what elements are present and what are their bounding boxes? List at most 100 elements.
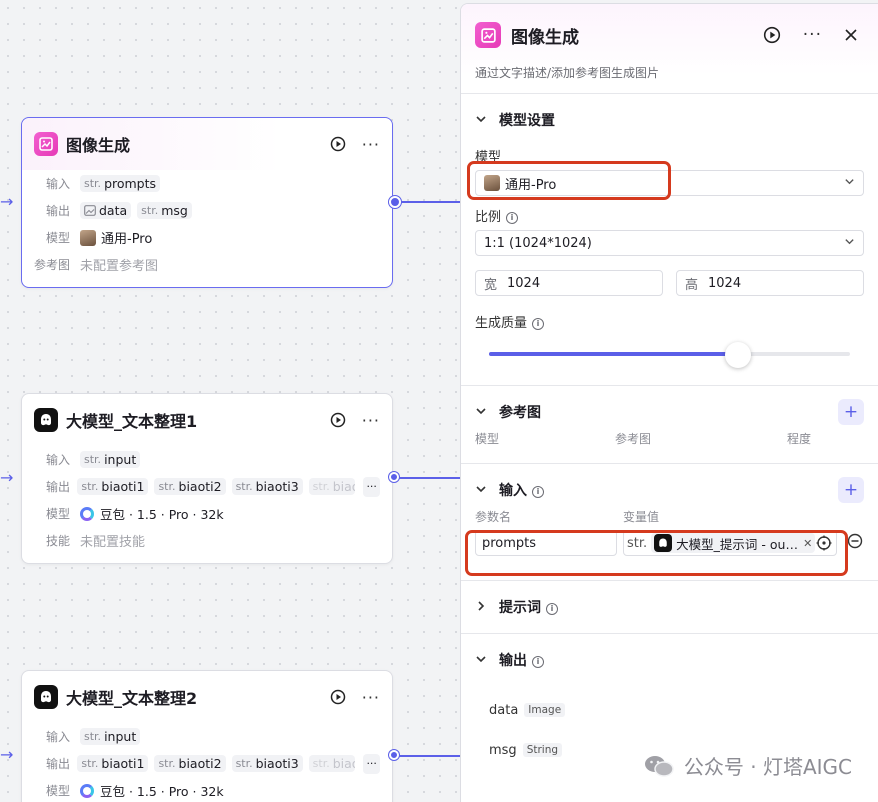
chevron-down-icon bbox=[844, 176, 855, 190]
slider-thumb[interactable] bbox=[725, 342, 752, 368]
section-input: 输入 i + 参数名 变量值 prompts str. 大模型_提示词 - out… bbox=[461, 464, 878, 581]
incoming-edge-arrow: → bbox=[0, 468, 14, 487]
incoming-edge-arrow: → bbox=[0, 192, 14, 211]
chevron-down-icon bbox=[844, 236, 855, 250]
close-icon[interactable] bbox=[844, 28, 858, 42]
edge-line bbox=[395, 477, 460, 479]
section-title: 提示词 i bbox=[499, 597, 864, 617]
width-input[interactable]: 宽 1024 bbox=[475, 270, 663, 296]
slider-track bbox=[489, 342, 850, 368]
more-vars-icon[interactable]: ··· bbox=[363, 753, 380, 774]
output-port[interactable] bbox=[389, 750, 399, 760]
node-config-panel: 图像生成 ··· 通过文字描述/添加参考图生成图片 模型设置 模型 通用-Pro bbox=[460, 3, 878, 802]
more-icon[interactable]: ··· bbox=[803, 25, 822, 45]
info-icon[interactable]: i bbox=[506, 211, 519, 224]
run-icon[interactable] bbox=[763, 26, 781, 44]
more-icon[interactable]: ··· bbox=[362, 135, 380, 154]
output-item: data Image bbox=[475, 690, 864, 730]
select-value: 通用-Pro bbox=[505, 177, 557, 193]
more-vars-icon[interactable]: ··· bbox=[363, 476, 380, 497]
info-icon[interactable]: i bbox=[532, 317, 545, 330]
var-value-select[interactable]: str. 大模型_提示词 - output ✕ bbox=[623, 530, 837, 556]
select-value: 1:1 (1024*1024) bbox=[484, 235, 592, 251]
row-label: 模型 bbox=[46, 507, 71, 521]
info-icon[interactable]: i bbox=[532, 485, 544, 498]
remove-circle-icon[interactable] bbox=[847, 533, 863, 553]
chevron-down-icon bbox=[475, 653, 489, 668]
node-image-generation[interactable]: 图像生成 ··· 输入 str. prompts 输出 data str. msg … bbox=[21, 117, 393, 288]
doubao-icon bbox=[80, 506, 94, 521]
run-icon[interactable] bbox=[330, 136, 346, 152]
param-name-input[interactable]: prompts bbox=[475, 530, 617, 556]
section-title: 模型设置 bbox=[499, 113, 555, 129]
row-label: 参考图 bbox=[34, 258, 71, 272]
add-reference-button[interactable]: + bbox=[838, 399, 864, 425]
info-icon[interactable]: i bbox=[532, 655, 544, 668]
height-input[interactable]: 高 1024 bbox=[676, 270, 864, 296]
add-input-button[interactable]: + bbox=[838, 477, 864, 503]
edge-line bbox=[395, 755, 460, 757]
node-llm-text-1[interactable]: 大模型_文本整理1 ··· 输入 str. input 输出 str. biaoti… bbox=[21, 393, 393, 564]
output-port[interactable] bbox=[389, 196, 401, 208]
section-header[interactable]: 提示词 i bbox=[475, 581, 864, 633]
ratio-select[interactable]: 1:1 (1024*1024) bbox=[475, 230, 864, 256]
panel-description: 通过文字描述/添加参考图生成图片 bbox=[475, 66, 660, 80]
llm-icon bbox=[34, 685, 58, 709]
var-chip: str. msg bbox=[137, 202, 192, 219]
run-icon[interactable] bbox=[330, 412, 346, 428]
chevron-down-icon bbox=[475, 405, 489, 420]
node-title: 大模型_文本整理1 bbox=[66, 412, 198, 431]
run-icon[interactable] bbox=[330, 689, 346, 705]
chevron-down-icon bbox=[475, 483, 489, 498]
section-prompt: 提示词 i bbox=[461, 581, 878, 634]
node-llm-text-2[interactable]: 大模型_文本整理2 ··· 输入 str. input 输出 str. biaoti… bbox=[21, 670, 393, 802]
panel-title: 图像生成 bbox=[511, 27, 579, 48]
image-gen-icon bbox=[475, 22, 501, 48]
var-chip: str. biaoti2 bbox=[154, 755, 226, 772]
section-title: 输入 i bbox=[499, 480, 838, 500]
incoming-edge-arrow: → bbox=[0, 745, 14, 764]
var-chip: str.biao bbox=[308, 478, 356, 495]
row-label: 输出 bbox=[46, 757, 71, 771]
row-label: 输入 bbox=[46, 453, 71, 467]
var-chip: str.biao bbox=[308, 755, 356, 772]
section-header[interactable]: 输出 i bbox=[475, 634, 864, 686]
chevron-right-icon bbox=[475, 600, 489, 615]
watermark: 公众号 · 灯塔AIGC bbox=[644, 751, 852, 780]
row-label: 技能 bbox=[46, 534, 71, 548]
close-icon[interactable]: ✕ bbox=[803, 537, 812, 550]
model-avatar bbox=[484, 175, 500, 191]
model-avatar bbox=[80, 229, 96, 246]
quality-slider[interactable] bbox=[475, 339, 864, 369]
row-label: 输入 bbox=[46, 730, 71, 744]
ref-value: 未配置参考图 bbox=[80, 259, 159, 274]
node-header: 图像生成 ··· bbox=[22, 118, 392, 170]
output-port[interactable] bbox=[389, 472, 399, 482]
wechat-icon bbox=[644, 755, 674, 777]
llm-icon bbox=[34, 408, 58, 432]
row-label: 模型 bbox=[46, 784, 71, 798]
var-chip: str. prompts bbox=[80, 175, 161, 192]
model-value: 通用-Pro bbox=[101, 232, 153, 247]
section-header[interactable]: 模型设置 bbox=[475, 94, 864, 146]
skill-value: 未配置技能 bbox=[80, 535, 146, 550]
var-chip: str. biaoti1 bbox=[77, 478, 149, 495]
var-chip: str. input bbox=[80, 728, 141, 745]
row-label: 输入 bbox=[46, 177, 71, 191]
var-ref-tag: 大模型_提示词 - output ✕ bbox=[651, 533, 816, 553]
more-icon[interactable]: ··· bbox=[362, 688, 380, 707]
section-output: 输出 i data Image msg String bbox=[461, 634, 878, 770]
more-icon[interactable]: ··· bbox=[362, 411, 380, 430]
llm-icon bbox=[654, 534, 673, 552]
var-chip: str. biaoti3 bbox=[231, 478, 303, 495]
doubao-icon bbox=[80, 783, 94, 798]
var-chip: str. biaoti2 bbox=[154, 478, 226, 495]
info-icon[interactable]: i bbox=[546, 602, 558, 615]
var-chip: str. input bbox=[80, 451, 141, 468]
node-title: 图像生成 bbox=[66, 136, 131, 155]
image-gen-icon bbox=[34, 132, 58, 156]
field-label: 比例 i bbox=[475, 206, 864, 225]
field-label: 生成质量 i bbox=[475, 312, 864, 331]
target-icon[interactable] bbox=[816, 535, 832, 555]
model-select[interactable]: 通用-Pro bbox=[475, 170, 864, 196]
